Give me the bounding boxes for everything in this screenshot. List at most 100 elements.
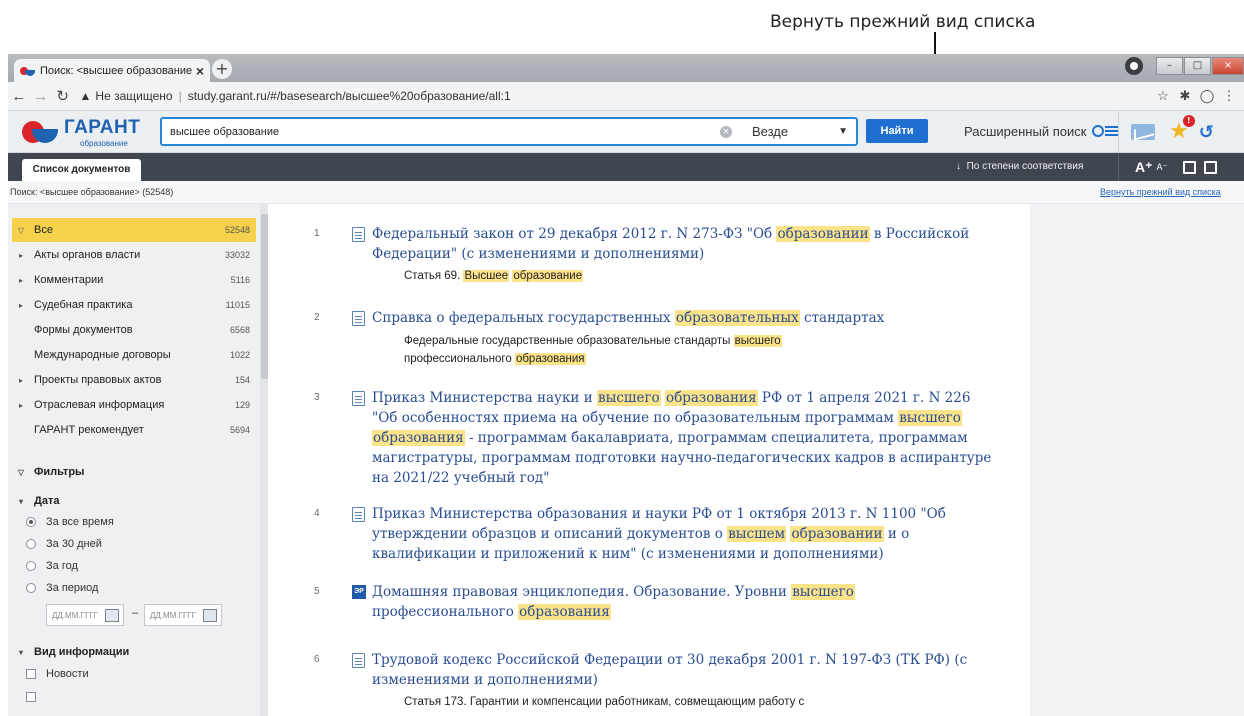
date-filter-title: Дата: [34, 495, 60, 507]
browser-tab[interactable]: Поиск: <высшее образование> ×: [14, 59, 210, 82]
find-button[interactable]: Найти: [866, 119, 928, 143]
security-label: Не защищено: [95, 89, 173, 103]
warning-icon: ▲: [79, 89, 92, 103]
filters-toggle[interactable]: ▽ Фильтры: [12, 466, 85, 478]
sidebar-item-garant-recommends[interactable]: ГАРАНТ рекомендует 5694: [12, 418, 256, 442]
bookmark-star-icon[interactable]: ☆: [1152, 88, 1174, 104]
arrow-down-icon: ↓: [956, 161, 961, 172]
result-title-link[interactable]: Приказ Министерства науки и высшего обра…: [372, 388, 992, 488]
garant-logo-icon: [22, 121, 58, 145]
result-number: 5: [314, 586, 320, 597]
search-info-row: Поиск: <высшее образование> (52548) Верн…: [8, 181, 1244, 204]
scrollbar-thumb[interactable]: [261, 214, 268, 379]
sort-control[interactable]: ↓ По степени соответствия: [956, 161, 1083, 172]
document-icon: [352, 507, 365, 522]
filter-sidebar: ▽ Все 52548 ▸ Акты органов власти 33032 …: [8, 204, 268, 716]
date-from-field[interactable]: ДД.ММ.ГГГГ: [46, 604, 124, 626]
date-option-period[interactable]: За период: [26, 582, 98, 594]
result-title-link[interactable]: Трудовой кодекс Российской Федерации от …: [372, 650, 992, 690]
browser-actions: ☆ ✱ ◯ ⋮: [1152, 88, 1244, 104]
sidebar-item-court-practice[interactable]: ▸ Судебная практика 11015: [12, 293, 256, 317]
close-window-button[interactable]: ×: [1212, 57, 1244, 75]
sidebar-item-industry-info[interactable]: ▸ Отраслевая информация 129: [12, 393, 256, 417]
date-filter-toggle[interactable]: ▾ Дата: [12, 495, 59, 507]
date-option-all-time[interactable]: За все время: [26, 516, 114, 528]
revert-list-view-link[interactable]: Вернуть прежний вид списка: [1100, 187, 1221, 197]
result-title-link[interactable]: Федеральный закон от 29 декабря 2012 г. …: [372, 224, 992, 264]
extensions-icon[interactable]: ✱: [1174, 88, 1196, 104]
minimize-button[interactable]: –: [1156, 57, 1183, 75]
advanced-search-link[interactable]: Расширенный поиск: [964, 123, 1120, 139]
date-placeholder: ДД.ММ.ГГГГ: [52, 610, 98, 620]
maximize-button[interactable]: □: [1184, 57, 1211, 75]
info-option-news[interactable]: Новости: [26, 668, 89, 680]
save-icon[interactable]: [1183, 160, 1197, 174]
date-option-year[interactable]: За год: [26, 560, 78, 572]
profile-icon[interactable]: [1125, 57, 1143, 75]
print-icon[interactable]: [1204, 160, 1218, 174]
favorites-star-icon[interactable]: ★!: [1169, 115, 1195, 143]
triangle-right-icon: ▸: [18, 400, 23, 410]
mail-icon[interactable]: [1131, 124, 1155, 140]
info-option-partial[interactable]: [26, 692, 46, 702]
result-snippet[interactable]: Статья 173. Гарантии и компенсации работ…: [404, 693, 864, 711]
sidebar-item-comments[interactable]: ▸ Комментарии 5116: [12, 268, 256, 292]
radio-label: За 30 дней: [46, 538, 102, 550]
menu-icon[interactable]: ⋮: [1218, 88, 1240, 104]
extension-icon[interactable]: ◯: [1196, 88, 1218, 104]
search-scope-select[interactable]: Везде ▼: [744, 120, 856, 144]
category-label: ГАРАНТ рекомендует: [34, 424, 144, 436]
font-decrease-button[interactable]: A⁻: [1157, 162, 1168, 173]
category-label: Проекты правовых актов: [34, 374, 162, 386]
radio-icon: [26, 561, 36, 571]
sidebar-scrollbar[interactable]: [260, 204, 268, 716]
info-type-toggle[interactable]: ▾ Вид информации: [12, 646, 129, 658]
radio-label: За год: [46, 560, 78, 572]
radio-label: За период: [46, 582, 99, 594]
category-count: 1022: [229, 350, 250, 360]
sidebar-item-document-forms[interactable]: Формы документов 6568: [12, 318, 256, 342]
sidebar-item-draft-acts[interactable]: ▸ Проекты правовых актов 154: [12, 368, 256, 392]
url-text: study.garant.ru/#/basesearch/высшее%20об…: [187, 89, 511, 103]
calendar-icon[interactable]: [105, 608, 119, 622]
category-count: 52548: [224, 225, 250, 235]
clear-search-icon[interactable]: ×: [720, 125, 732, 138]
sidebar-item-acts[interactable]: ▸ Акты органов власти 33032: [12, 243, 256, 267]
result-snippet[interactable]: Статья 69. Высшее образование: [404, 267, 864, 285]
close-tab-icon[interactable]: ×: [196, 63, 204, 79]
category-label: Формы документов: [34, 324, 133, 336]
history-icon[interactable]: ↺: [1199, 122, 1214, 143]
result-title-link[interactable]: Домашняя правовая энциклопедия. Образова…: [372, 582, 992, 622]
date-to-field[interactable]: ДД.ММ.ГГГГ: [144, 604, 222, 626]
date-option-30-days[interactable]: За 30 дней: [26, 538, 102, 550]
document-icon: [352, 311, 365, 326]
result-title-link[interactable]: Справка о федеральных государственных об…: [372, 308, 992, 328]
url-field[interactable]: ▲ Не защищено | study.garant.ru/#/basese…: [80, 85, 1152, 107]
sidebar-item-all[interactable]: ▽ Все 52548: [12, 218, 256, 242]
category-label: Все: [34, 224, 53, 236]
document-tools: A⁺ A⁻: [1118, 153, 1225, 181]
sidebar-item-international[interactable]: Международные договоры 1022: [12, 343, 256, 367]
back-icon[interactable]: ←: [8, 88, 30, 105]
category-count: 154: [234, 375, 250, 385]
search-input[interactable]: [162, 119, 720, 144]
result-number: 2: [314, 312, 320, 323]
garant-logo[interactable]: ГАРАНТ образование: [22, 117, 152, 149]
triangle-right-icon: ▸: [18, 275, 23, 285]
result-snippet[interactable]: Федеральные государственные образователь…: [404, 332, 864, 368]
radio-selected-icon: [26, 517, 36, 527]
forward-icon[interactable]: →: [30, 88, 52, 105]
chevron-down-icon: ▼: [838, 126, 848, 137]
category-count: 129: [234, 400, 250, 410]
tab-document-list[interactable]: Список документов: [22, 159, 141, 181]
browser-window: Поиск: <высшее образование> × + – □ × ← …: [8, 54, 1244, 716]
filters-title: Фильтры: [34, 466, 85, 478]
reload-icon[interactable]: ↻: [52, 87, 74, 105]
new-tab-button[interactable]: +: [212, 59, 232, 79]
logo-name: ГАРАНТ: [64, 117, 141, 138]
font-increase-button[interactable]: A⁺: [1135, 159, 1153, 176]
calendar-icon[interactable]: [203, 608, 217, 622]
triangle-right-icon: ▸: [18, 375, 23, 385]
page: Вернуть прежний вид списка Поиск: <высше…: [0, 0, 1244, 716]
result-title-link[interactable]: Приказ Министерства образования и науки …: [372, 504, 992, 564]
